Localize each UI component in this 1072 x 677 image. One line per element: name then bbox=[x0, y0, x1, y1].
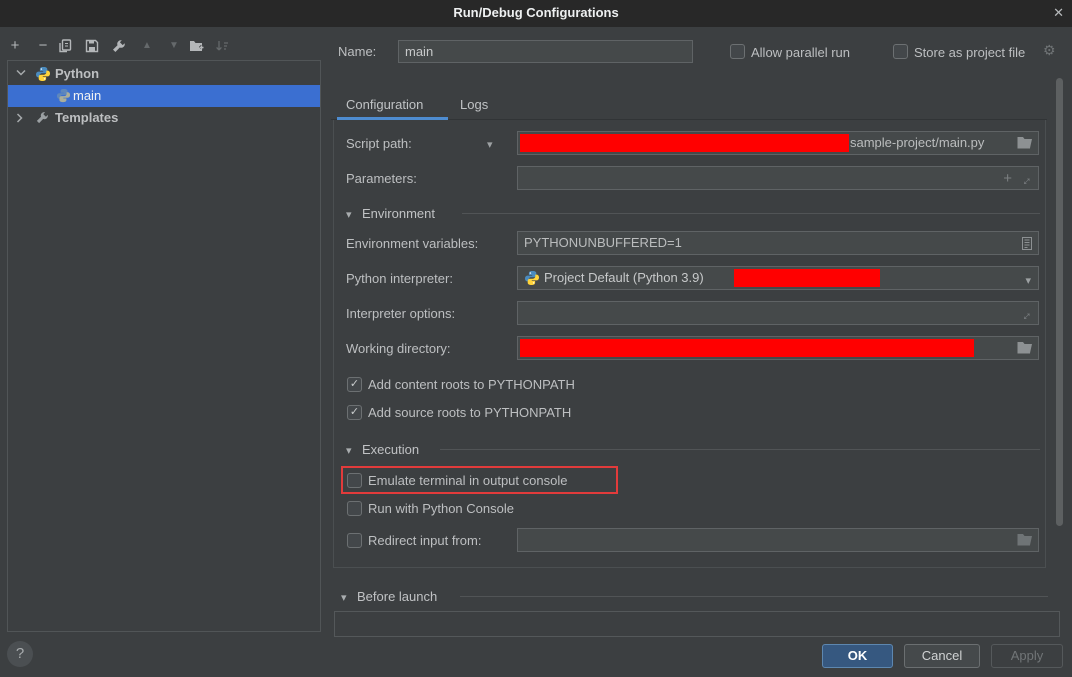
sort-alphabetically-icon[interactable] bbox=[215, 36, 235, 56]
store-as-project-file-checkbox[interactable] bbox=[893, 44, 908, 59]
folder-browse-icon[interactable] bbox=[1017, 341, 1033, 354]
tab-logs[interactable]: Logs bbox=[460, 97, 488, 112]
check-icon: ✓ bbox=[350, 378, 359, 390]
save-configuration-icon[interactable] bbox=[85, 36, 105, 56]
chevron-down-icon[interactable] bbox=[16, 69, 26, 76]
active-tab-underline bbox=[337, 117, 448, 120]
emulate-terminal-label: Emulate terminal in output console bbox=[368, 473, 567, 488]
environment-collapse-icon[interactable]: ▾ bbox=[346, 208, 352, 221]
vertical-scrollbar[interactable] bbox=[1056, 78, 1063, 526]
edit-templates-wrench-icon[interactable] bbox=[111, 36, 131, 56]
tree-item-label: Python bbox=[55, 63, 99, 85]
before-launch-section-label: Before launch bbox=[357, 589, 437, 604]
python-icon bbox=[56, 88, 71, 103]
before-launch-task-list[interactable] bbox=[334, 611, 1060, 637]
execution-section-label: Execution bbox=[362, 442, 419, 457]
name-label: Name: bbox=[338, 44, 376, 59]
add-content-roots-checkbox[interactable]: ✓ bbox=[347, 377, 362, 392]
apply-button[interactable]: Apply bbox=[991, 644, 1063, 668]
redaction-box bbox=[734, 269, 880, 287]
remove-configuration-button[interactable]: − bbox=[33, 36, 53, 56]
add-source-roots-label: Add source roots to PYTHONPATH bbox=[368, 405, 571, 420]
python-interpreter-label: Python interpreter: bbox=[346, 271, 453, 286]
check-icon: ✓ bbox=[350, 406, 359, 418]
move-up-icon[interactable]: ▲ bbox=[137, 36, 157, 56]
environment-variables-label: Environment variables: bbox=[346, 236, 478, 251]
working-directory-label: Working directory: bbox=[346, 341, 451, 356]
expand-field-icon[interactable]: ↔ bbox=[1013, 168, 1038, 193]
add-configuration-button[interactable]: + bbox=[5, 36, 25, 56]
content-border-left bbox=[333, 120, 334, 568]
script-path-value: sample-project/main.py bbox=[850, 132, 984, 154]
script-path-field[interactable]: sample-project/main.py bbox=[517, 131, 1039, 155]
redirect-input-checkbox[interactable] bbox=[347, 533, 362, 548]
add-source-roots-checkbox[interactable]: ✓ bbox=[347, 405, 362, 420]
before-launch-collapse-icon[interactable]: ▾ bbox=[341, 591, 347, 604]
configurations-tree: Python main Templates bbox=[7, 60, 321, 632]
dialog-titlebar: Run/Debug Configurations ✕ bbox=[0, 0, 1072, 27]
gear-icon[interactable]: ⚙ bbox=[1043, 42, 1056, 59]
store-as-project-file-label: Store as project file bbox=[914, 45, 1025, 60]
script-path-dropdown-icon[interactable]: ▾ bbox=[487, 138, 493, 151]
tree-item-python[interactable]: Python bbox=[8, 63, 320, 85]
move-down-icon[interactable]: ▼ bbox=[164, 36, 184, 56]
working-directory-field[interactable] bbox=[517, 336, 1039, 360]
redirect-input-label: Redirect input from: bbox=[368, 533, 481, 548]
add-content-roots-label: Add content roots to PYTHONPATH bbox=[368, 377, 575, 392]
run-with-python-console-checkbox[interactable] bbox=[347, 501, 362, 516]
interpreter-options-field[interactable]: ↔ bbox=[517, 301, 1039, 325]
allow-parallel-run-checkbox[interactable] bbox=[730, 44, 745, 59]
tree-item-main-selected[interactable]: main bbox=[8, 85, 320, 107]
chevron-right-icon[interactable] bbox=[16, 113, 23, 123]
tree-item-templates[interactable]: Templates bbox=[8, 107, 320, 129]
new-folder-icon[interactable] bbox=[189, 36, 209, 56]
tree-item-label: Templates bbox=[55, 107, 118, 129]
run-with-python-console-label: Run with Python Console bbox=[368, 501, 514, 516]
expand-field-icon[interactable]: ↔ bbox=[1013, 303, 1038, 328]
folder-browse-icon[interactable] bbox=[1017, 136, 1033, 149]
close-icon[interactable]: ✕ bbox=[1053, 5, 1064, 21]
parameters-field[interactable]: + ↔ bbox=[517, 166, 1039, 190]
content-border-bottom bbox=[333, 567, 1046, 568]
script-path-label: Script path: bbox=[346, 136, 412, 151]
redirect-input-field[interactable] bbox=[517, 528, 1039, 552]
allow-parallel-run-label: Allow parallel run bbox=[751, 45, 850, 60]
folder-browse-icon[interactable] bbox=[1017, 533, 1033, 546]
ok-button[interactable]: OK bbox=[822, 644, 893, 668]
interpreter-options-label: Interpreter options: bbox=[346, 306, 455, 321]
copy-configuration-icon[interactable] bbox=[58, 36, 78, 56]
python-interpreter-value: Project Default (Python 3.9) bbox=[544, 267, 704, 289]
before-launch-section-line bbox=[460, 596, 1048, 597]
environment-section-line bbox=[462, 213, 1040, 214]
run-debug-configurations-dialog: Run/Debug Configurations ✕ + − ▲ ▼ bbox=[0, 0, 1072, 677]
help-button[interactable]: ? bbox=[7, 641, 33, 667]
environment-variables-field[interactable]: PYTHONUNBUFFERED=1 bbox=[517, 231, 1039, 255]
execution-collapse-icon[interactable]: ▾ bbox=[346, 444, 352, 457]
interpreter-dropdown-icon[interactable]: ▾ bbox=[1025, 270, 1031, 292]
insert-macro-icon[interactable]: + bbox=[1003, 168, 1012, 190]
execution-section-line bbox=[440, 449, 1040, 450]
redaction-box bbox=[520, 339, 974, 357]
wrench-icon bbox=[35, 111, 49, 125]
redaction-box bbox=[520, 134, 849, 152]
python-icon bbox=[524, 270, 540, 286]
python-icon bbox=[35, 66, 51, 82]
environment-section-label: Environment bbox=[362, 206, 435, 221]
dialog-title: Run/Debug Configurations bbox=[0, 5, 1072, 20]
tab-configuration[interactable]: Configuration bbox=[346, 97, 423, 112]
python-interpreter-combobox[interactable]: Project Default (Python 3.9) ▾ bbox=[517, 266, 1039, 290]
name-input[interactable] bbox=[398, 40, 693, 63]
tree-item-label: main bbox=[73, 85, 101, 107]
edit-variables-list-icon[interactable] bbox=[1022, 237, 1032, 250]
environment-variables-value: PYTHONUNBUFFERED=1 bbox=[524, 232, 682, 254]
parameters-label: Parameters: bbox=[346, 171, 417, 186]
content-border-right bbox=[1045, 120, 1046, 568]
emulate-terminal-checkbox[interactable] bbox=[347, 473, 362, 488]
cancel-button[interactable]: Cancel bbox=[904, 644, 980, 668]
